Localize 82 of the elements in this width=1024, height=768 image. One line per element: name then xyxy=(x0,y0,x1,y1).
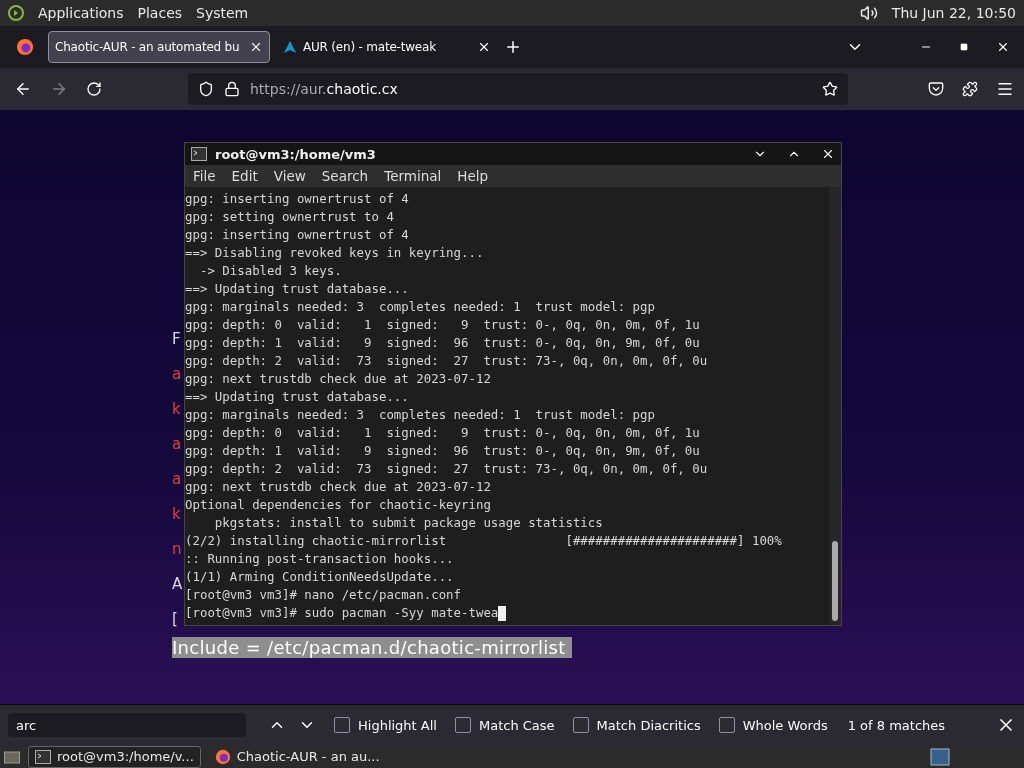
close-icon[interactable] xyxy=(249,40,263,54)
close-icon[interactable] xyxy=(821,147,835,161)
back-icon[interactable] xyxy=(14,80,32,98)
page-text: F xyxy=(172,329,182,350)
terminal-line: (1/1) Arming ConditionNeedsUpdate... xyxy=(185,568,455,586)
terminal-line: gpg: depth: 1 valid: 9 signed: 96 trust: 0-, 0q, 0n, 9m, 0f, 0u xyxy=(185,442,701,460)
menu-item[interactable]: Search xyxy=(321,168,369,184)
page-text: a xyxy=(172,434,182,455)
desktop-icon[interactable] xyxy=(4,749,20,764)
page-text: A xyxy=(172,574,182,595)
terminal-line: ==> Updating trust database... xyxy=(185,280,410,298)
new-tab-icon[interactable] xyxy=(504,38,522,56)
page-text: [ xyxy=(172,609,179,630)
volume-icon[interactable] xyxy=(859,4,878,22)
menu-item[interactable]: View xyxy=(273,168,306,184)
page-text: a xyxy=(172,469,182,490)
browser-tab[interactable]: AUR (en) - mate-tweak xyxy=(276,31,498,63)
puzzle-icon[interactable] xyxy=(962,81,978,97)
terminal-line: pkgstats: install to submit package usage statistics xyxy=(213,514,604,532)
window-title: root@vm3:/home/vm3 xyxy=(215,146,377,162)
menu-item[interactable]: File xyxy=(193,168,216,184)
panel-menu[interactable]: Places xyxy=(137,5,183,21)
forward-icon[interactable] xyxy=(50,80,68,98)
page-text: k xyxy=(172,504,182,525)
checkbox[interactable] xyxy=(718,717,735,733)
highlighted-text: Include = /etc/pacman.d/chaotic-mirrorlist xyxy=(172,637,572,658)
bookmark-star-icon[interactable] xyxy=(822,81,838,97)
page-text: a xyxy=(172,364,182,385)
checkbox-label[interactable]: Highlight All xyxy=(358,717,437,733)
maximize-icon[interactable] xyxy=(960,43,968,51)
match-count: 1 of 8 matches xyxy=(847,717,946,733)
checkbox-label[interactable]: Match Diacritics xyxy=(596,717,701,733)
terminal-icon xyxy=(191,147,207,161)
terminal-line: ==> Updating trust database... xyxy=(185,388,410,406)
taskbar-item[interactable]: Chaotic-AUR - an au... xyxy=(208,746,386,767)
terminal-line: gpg: depth: 1 valid: 9 signed: 96 trust: 0-, 0q, 0n, 9m, 0f, 0u xyxy=(185,334,701,352)
terminal-line: gpg: depth: 2 valid: 73 signed: 27 trust: 73-, 0q, 0n, 0m, 0f, 0u xyxy=(185,460,709,478)
terminal-line: ==> Disabling revoked keys in keyring... xyxy=(185,244,485,262)
clock: Thu Jun 22, 10:50 xyxy=(891,5,1016,21)
terminal-line: gpg: marginals needed: 3 completes needed: 1 trust model: pgp xyxy=(185,406,656,424)
terminal-line: gpg: depth: 0 valid: 1 signed: 9 trust: 0-, 0q, 0n, 0m, 0f, 1u xyxy=(185,424,701,442)
terminal-line: gpg: marginals needed: 3 completes needed: 1 trust model: pgp xyxy=(185,298,656,316)
page-text: n xyxy=(172,539,182,560)
terminal-icon xyxy=(35,749,51,764)
terminal-line: -> Disabled 3 keys. xyxy=(198,262,343,280)
checkbox-label[interactable]: Match Case xyxy=(478,717,555,733)
address-field[interactable]: https://aur.chaotic.cx xyxy=(188,73,848,105)
menu-item[interactable]: Edit xyxy=(231,168,258,184)
terminal-line: gpg: next trustdb check due at 2023-07-12 xyxy=(185,478,492,496)
workspace-icon[interactable] xyxy=(930,747,950,766)
page-text: k xyxy=(172,399,182,420)
terminal-line: gpg: inserting ownertrust of 4 xyxy=(185,190,410,208)
lock-icon[interactable] xyxy=(224,81,240,97)
browser-tab[interactable]: Chaotic-AUR - an automated bu xyxy=(48,31,270,63)
terminal-line: gpg: depth: 0 valid: 1 signed: 9 trust: 0-, 0q, 0n, 0m, 0f, 1u xyxy=(185,316,701,334)
terminal-line: gpg: depth: 2 valid: 73 signed: 27 trust: 73-, 0q, 0n, 0m, 0f, 0u xyxy=(185,352,709,370)
terminal-line: [root@vm3 vm3]# nano /etc/pacman.conf xyxy=(185,586,462,604)
menu-icon[interactable] xyxy=(996,80,1014,98)
terminal-line: (2/2) installing chaotic-mirrorlist [######################] 100% xyxy=(185,532,783,550)
reload-icon[interactable] xyxy=(86,81,102,97)
terminal-line: Optional dependencies for chaotic-keyring xyxy=(185,496,492,514)
close-icon[interactable] xyxy=(477,40,491,54)
close-icon[interactable] xyxy=(996,40,1010,54)
checkbox[interactable] xyxy=(334,717,350,733)
menu-item[interactable]: Help xyxy=(457,168,489,184)
pocket-icon[interactable] xyxy=(928,81,944,97)
terminal-line: gpg: next trustdb check due at 2023-07-12 xyxy=(185,370,492,388)
panel-menu[interactable]: Applications xyxy=(38,5,124,21)
logo-icon[interactable] xyxy=(8,5,24,21)
menu-item[interactable]: Terminal xyxy=(384,168,442,184)
find-field[interactable]: arc xyxy=(8,713,246,737)
terminal-line: gpg: inserting ownertrust of 4 xyxy=(185,226,410,244)
checkbox[interactable] xyxy=(572,717,589,733)
shield-icon[interactable] xyxy=(198,81,214,97)
terminal-line: gpg: setting ownertrust to 4 xyxy=(185,208,395,226)
terminal-line: :: Running post-transaction hooks... xyxy=(185,550,455,568)
scrollbar[interactable] xyxy=(829,187,841,625)
taskbar-item[interactable]: root@vm3:/home/v... xyxy=(28,745,201,768)
checkbox-label[interactable]: Whole Words xyxy=(742,717,828,733)
checkbox[interactable] xyxy=(454,717,471,733)
terminal-line: [root@vm3 vm3]# sudo pacman -Syy mate-twea xyxy=(185,604,829,622)
panel-menu[interactable]: System xyxy=(196,5,249,21)
